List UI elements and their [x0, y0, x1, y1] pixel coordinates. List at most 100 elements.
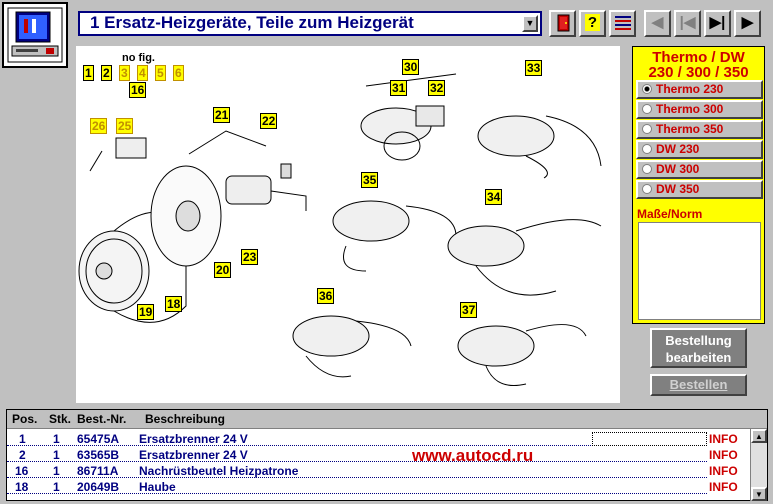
row-nr: 20649B [77, 480, 120, 494]
radio-icon [642, 144, 652, 154]
skip-last-icon: ▶| [709, 14, 726, 31]
column-header-pos: Pos. [12, 412, 38, 426]
model-option-dw-230[interactable]: DW 230 [636, 140, 763, 159]
callout-37[interactable]: 37 [460, 302, 478, 318]
order-label: Bestellen [669, 377, 728, 392]
callout-22[interactable]: 22 [260, 113, 278, 129]
model-option-label: Thermo 300 [656, 102, 724, 116]
row-stk: 1 [53, 448, 60, 462]
order-button[interactable]: Bestellen [650, 374, 747, 396]
category-title: 1 Ersatz-Heizgeräte, Teile zum Heizgerät [90, 13, 414, 32]
edit-order-label-1: Bestellung [665, 333, 732, 348]
callout-31[interactable]: 31 [390, 80, 408, 96]
table-row[interactable]: 16 1 86711A Nachrüstbeutel Heizpatrone I… [7, 464, 749, 479]
next-page-button[interactable]: ▶ [734, 10, 761, 37]
callout-nofig-3[interactable]: 3 [119, 65, 130, 81]
skip-first-icon: |◀ [679, 14, 696, 31]
column-header-nr: Best.-Nr. [77, 412, 127, 426]
model-option-label: DW 230 [656, 142, 700, 156]
column-header-desc: Beschreibung [145, 412, 226, 426]
model-option-dw-350[interactable]: DW 350 [636, 180, 763, 199]
model-title-line2: 230 / 300 / 350 [648, 64, 749, 81]
info-link[interactable]: INFO [709, 432, 738, 446]
callout-30[interactable]: 30 [402, 59, 420, 75]
radio-icon [642, 184, 652, 194]
last-page-button[interactable]: ▶| [704, 10, 731, 37]
triangle-right-icon: ▶ [741, 14, 754, 31]
edit-order-label-2: bearbeiten [665, 350, 732, 365]
table-row[interactable]: 2 1 63565B Ersatzbrenner 24 V INFO [7, 448, 749, 463]
exploded-view-drawing [78, 73, 602, 386]
radio-icon [642, 164, 652, 174]
callout-20[interactable]: 20 [214, 262, 232, 278]
info-link[interactable]: INFO [709, 448, 738, 462]
row-nr: 63565B [77, 448, 120, 462]
callout-23[interactable]: 23 [241, 249, 259, 265]
prev-page-button[interactable]: ◀ [644, 10, 671, 37]
info-link[interactable]: INFO [709, 480, 738, 494]
parts-table-header: Pos. Stk. Best.-Nr. Beschreibung [7, 410, 767, 429]
callout-nofig-1[interactable]: 1 [83, 65, 94, 81]
callout-nofig-2[interactable]: 2 [101, 65, 112, 81]
radio-selected-icon [642, 84, 652, 94]
first-page-button[interactable]: |◀ [674, 10, 701, 37]
callout-34[interactable]: 34 [485, 189, 503, 205]
list-button[interactable] [609, 10, 636, 37]
callout-25[interactable]: 25 [116, 118, 134, 134]
callout-16[interactable]: 16 [129, 82, 147, 98]
model-option-thermo-350[interactable]: Thermo 350 [636, 120, 763, 139]
chevron-down-icon[interactable]: ▼ [522, 15, 538, 32]
table-row[interactable]: 1 1 65475A Ersatzbrenner 24 V INFO [7, 432, 749, 447]
column-header-stk: Stk. [49, 412, 72, 426]
scroll-down-icon[interactable]: ▼ [751, 487, 767, 501]
callout-35[interactable]: 35 [361, 172, 379, 188]
edit-order-button[interactable]: Bestellung bearbeiten [650, 328, 747, 368]
parts-scrollbar[interactable]: ▲ ▼ [750, 429, 767, 501]
model-option-label: DW 350 [656, 182, 700, 196]
no-fig-label: no fig. [122, 52, 155, 64]
callout-33[interactable]: 33 [525, 60, 543, 76]
dimensions-label: Maße/Norm [637, 207, 703, 221]
radio-icon [642, 124, 652, 134]
row-stk: 1 [53, 432, 60, 446]
quantity-field[interactable] [592, 432, 707, 446]
category-select[interactable]: 1 Ersatz-Heizgeräte, Teile zum Heizgerät… [78, 11, 542, 36]
model-option-thermo-230[interactable]: Thermo 230 [636, 80, 763, 99]
list-icon [614, 16, 631, 30]
parts-diagram: no fig. 1 2 3 4 5 6 16 21 22 26 25 20 23… [76, 46, 620, 403]
radio-icon [642, 104, 652, 114]
callout-nofig-5[interactable]: 5 [155, 65, 166, 81]
row-desc: Ersatzbrenner 24 V [139, 448, 248, 462]
callout-19[interactable]: 19 [137, 304, 155, 320]
model-option-label: Thermo 230 [656, 82, 724, 96]
model-title-line1: Thermo / DW [652, 49, 745, 66]
row-nr: 65475A [77, 432, 120, 446]
row-desc: Ersatzbrenner 24 V [139, 432, 248, 446]
model-option-label: Thermo 350 [656, 122, 724, 136]
triangle-left-icon: ◀ [651, 14, 664, 31]
model-option-thermo-300[interactable]: Thermo 300 [636, 100, 763, 119]
door-icon [557, 14, 569, 32]
callout-26[interactable]: 26 [90, 118, 108, 134]
help-button[interactable]: ? [579, 10, 606, 37]
model-option-dw-300[interactable]: DW 300 [636, 160, 763, 179]
row-desc: Nachrüstbeutel Heizpatrone [139, 464, 299, 478]
row-divider [7, 477, 707, 478]
callout-18[interactable]: 18 [165, 296, 183, 312]
row-pos: 16 [15, 464, 29, 478]
callout-32[interactable]: 32 [428, 80, 446, 96]
exit-button[interactable] [549, 10, 576, 37]
row-stk: 1 [53, 464, 60, 478]
parts-table: Pos. Stk. Best.-Nr. Beschreibung 1 1 654… [6, 409, 768, 501]
model-option-label: DW 300 [656, 162, 700, 176]
table-row[interactable]: 18 1 20649B Haube INFO [7, 480, 749, 495]
row-nr: 86711A [77, 464, 119, 478]
callout-nofig-4[interactable]: 4 [137, 65, 148, 81]
row-pos: 18 [15, 480, 29, 494]
callout-21[interactable]: 21 [213, 107, 231, 123]
callout-nofig-6[interactable]: 6 [173, 65, 184, 81]
scroll-up-icon[interactable]: ▲ [751, 429, 767, 443]
callout-36[interactable]: 36 [317, 288, 335, 304]
row-pos: 1 [19, 432, 26, 446]
info-link[interactable]: INFO [709, 464, 738, 478]
